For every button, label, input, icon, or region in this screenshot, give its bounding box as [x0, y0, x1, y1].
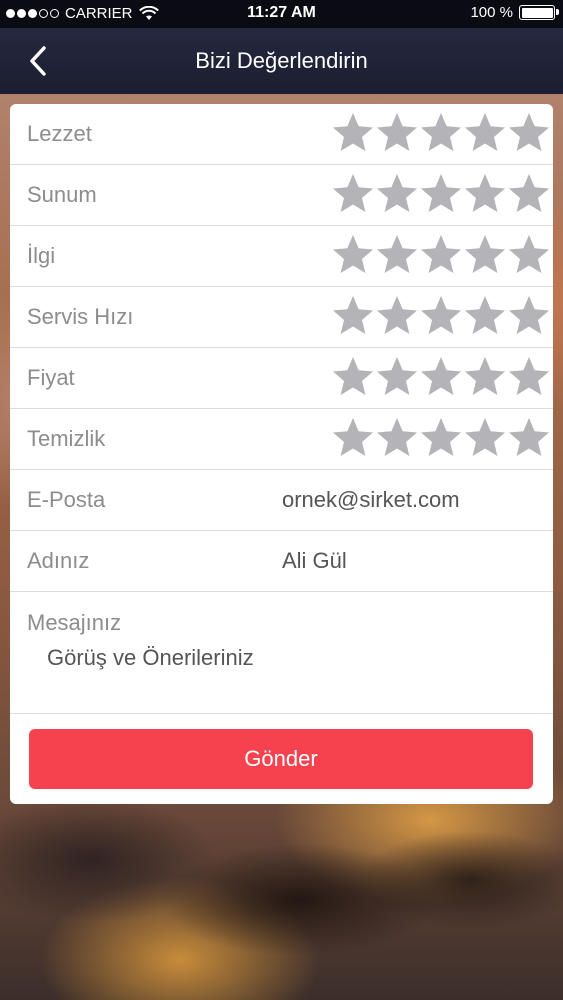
message-field[interactable]: Görüş ve Önerileriniz [47, 645, 254, 671]
star-icon[interactable] [507, 172, 551, 216]
rating-row: Temizlik [10, 409, 553, 470]
star-icon[interactable] [419, 416, 463, 460]
page-title: Bizi Değerlendirin [195, 48, 368, 73]
star-rating [331, 172, 551, 216]
star-icon[interactable] [419, 233, 463, 277]
rating-row: Sunum [10, 165, 553, 226]
star-icon[interactable] [507, 355, 551, 399]
star-icon[interactable] [331, 294, 375, 338]
navigation-bar: Bizi Değerlendirin [0, 28, 563, 94]
star-icon[interactable] [375, 416, 419, 460]
star-icon[interactable] [331, 233, 375, 277]
email-label: E-Posta [27, 487, 106, 512]
star-icon[interactable] [375, 233, 419, 277]
battery-icon [519, 5, 559, 20]
battery-status: 100 % [470, 4, 559, 21]
star-icon[interactable] [419, 355, 463, 399]
star-icon[interactable] [419, 111, 463, 155]
battery-percent: 100 % [470, 4, 513, 21]
star-icon[interactable] [507, 294, 551, 338]
email-row: E-Posta ornek@sirket.com [10, 470, 553, 531]
star-icon[interactable] [463, 172, 507, 216]
star-rating [331, 355, 551, 399]
rating-label: Sunum [27, 182, 97, 207]
rating-label: Lezzet [27, 121, 92, 146]
name-label: Adınız [27, 548, 90, 573]
star-icon[interactable] [507, 233, 551, 277]
rating-form-card: Lezzet Sunum İlgi Servis Hızı Fiyat Temizlik … [10, 104, 553, 804]
rating-label: Fiyat [27, 365, 75, 390]
star-icon[interactable] [507, 416, 551, 460]
star-icon[interactable] [375, 294, 419, 338]
star-icon[interactable] [463, 111, 507, 155]
star-icon[interactable] [331, 355, 375, 399]
name-row: Adınız Ali Gül [10, 531, 553, 592]
rating-row: Lezzet [10, 104, 553, 165]
name-field[interactable]: Ali Gül [282, 548, 347, 574]
star-icon[interactable] [463, 416, 507, 460]
star-icon[interactable] [463, 294, 507, 338]
rating-label: İlgi [27, 243, 56, 268]
star-rating [331, 416, 551, 460]
star-icon[interactable] [419, 172, 463, 216]
email-field[interactable]: ornek@sirket.com [282, 487, 460, 513]
rating-label: Temizlik [27, 426, 106, 451]
star-icon[interactable] [463, 355, 507, 399]
rating-row: Fiyat [10, 348, 553, 409]
star-icon[interactable] [331, 111, 375, 155]
star-rating [331, 233, 551, 277]
rating-label: Servis Hızı [27, 304, 134, 329]
message-label: Mesajınız [27, 610, 122, 635]
rating-row: Servis Hızı [10, 287, 553, 348]
star-icon[interactable] [375, 172, 419, 216]
message-row: Mesajınız Görüş ve Önerileriniz [10, 592, 553, 714]
status-bar: CARRIER 11:27 AM 100 % [0, 0, 563, 28]
star-icon[interactable] [375, 111, 419, 155]
star-icon[interactable] [507, 111, 551, 155]
submit-button[interactable]: Gönder [29, 729, 533, 789]
star-icon[interactable] [331, 416, 375, 460]
star-rating [331, 111, 551, 155]
star-icon[interactable] [419, 294, 463, 338]
star-rating [331, 294, 551, 338]
rating-row: İlgi [10, 226, 553, 287]
star-icon[interactable] [375, 355, 419, 399]
star-icon[interactable] [331, 172, 375, 216]
star-icon[interactable] [463, 233, 507, 277]
